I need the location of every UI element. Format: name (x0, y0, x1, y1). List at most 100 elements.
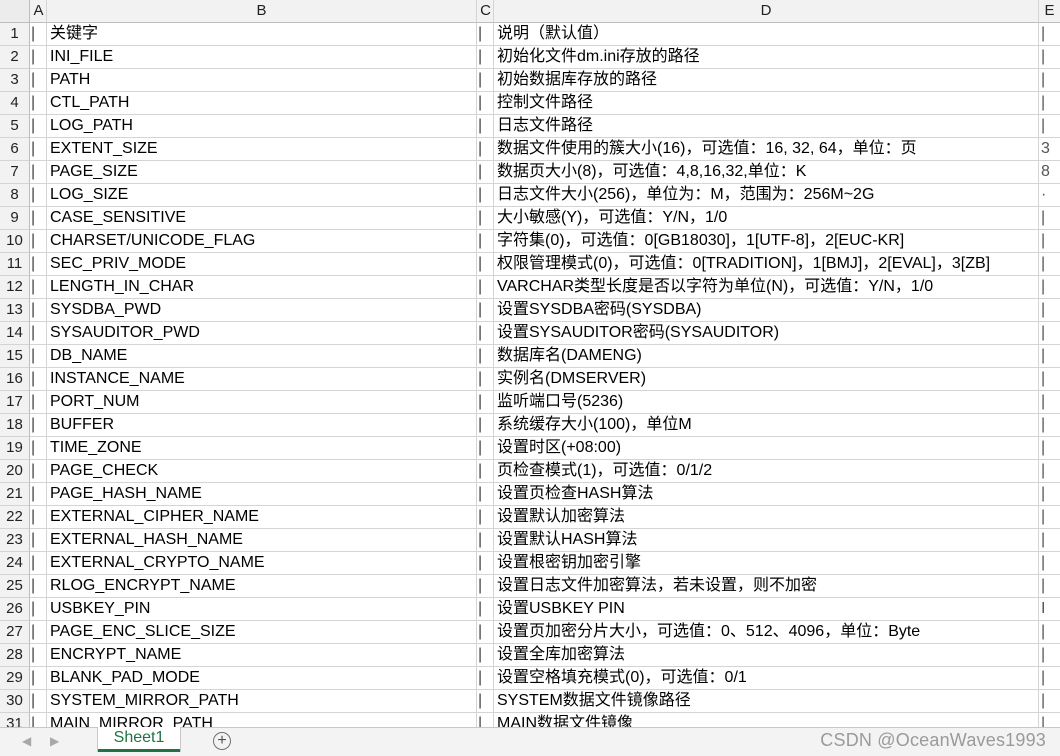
cell-c[interactable]: | (477, 391, 494, 414)
prev-sheet-icon[interactable]: ◀ (22, 734, 31, 748)
cell-a[interactable]: | (30, 69, 47, 92)
row-header[interactable]: 7 (0, 161, 30, 184)
cell-d-description[interactable]: 设置USBKEY PIN (494, 598, 1039, 621)
row-header[interactable]: 21 (0, 483, 30, 506)
cell-c[interactable]: | (477, 621, 494, 644)
cell-b-keyword[interactable]: EXTERNAL_HASH_NAME (47, 529, 477, 552)
cell-b-keyword[interactable]: DB_NAME (47, 345, 477, 368)
cell-d-description[interactable]: 日志文件路径 (494, 115, 1039, 138)
cell-a[interactable]: | (30, 207, 47, 230)
cell-c[interactable]: | (477, 644, 494, 667)
row-header[interactable]: 18 (0, 414, 30, 437)
cell-a[interactable]: | (30, 644, 47, 667)
cell-e[interactable]: | (1039, 483, 1060, 506)
cell-b-keyword[interactable]: EXTERNAL_CIPHER_NAME (47, 506, 477, 529)
cell-e[interactable]: | (1039, 23, 1060, 46)
cell-c[interactable]: | (477, 414, 494, 437)
cell-b-keyword[interactable]: PAGE_CHECK (47, 460, 477, 483)
cell-e[interactable]: | (1039, 391, 1060, 414)
cell-c[interactable]: | (477, 161, 494, 184)
cell-a[interactable]: | (30, 368, 47, 391)
cell-d-description[interactable]: 设置默认HASH算法 (494, 529, 1039, 552)
cell-d-description[interactable]: 日志文件大小(256)，单位为：M，范围为：256M~2G (494, 184, 1039, 207)
cell-c[interactable]: | (477, 115, 494, 138)
cell-d-description[interactable]: 数据页大小(8)，可选值：4,8,16,32,单位：K (494, 161, 1039, 184)
cell-a[interactable]: | (30, 276, 47, 299)
cell-a[interactable]: | (30, 161, 47, 184)
cell-d-description[interactable]: 设置空格填充模式(0)，可选值：0/1 (494, 667, 1039, 690)
cell-d-description[interactable]: 设置页检查HASH算法 (494, 483, 1039, 506)
row-header[interactable]: 29 (0, 667, 30, 690)
cell-c[interactable]: | (477, 529, 494, 552)
cell-e[interactable]: | (1039, 529, 1060, 552)
cell-e[interactable]: | (1039, 345, 1060, 368)
cell-c[interactable]: | (477, 138, 494, 161)
cell-d-description[interactable]: SYSTEM数据文件镜像路径 (494, 690, 1039, 713)
column-header-d[interactable]: D (494, 0, 1039, 23)
cell-b-keyword[interactable]: CTL_PATH (47, 92, 477, 115)
cell-e[interactable]: | (1039, 46, 1060, 69)
cell-b-keyword[interactable]: SYSAUDITOR_PWD (47, 322, 477, 345)
cell-a[interactable]: | (30, 667, 47, 690)
column-header-c[interactable]: C (477, 0, 494, 23)
cell-b-keyword[interactable]: INSTANCE_NAME (47, 368, 477, 391)
cell-a[interactable]: | (30, 184, 47, 207)
cell-b-keyword[interactable]: EXTERNAL_CRYPTO_NAME (47, 552, 477, 575)
cell-c[interactable]: | (477, 207, 494, 230)
cell-e[interactable]: | (1039, 230, 1060, 253)
row-header[interactable]: 2 (0, 46, 30, 69)
cell-d-description[interactable]: 设置页加密分片大小，可选值：0、512、4096，单位：Byte (494, 621, 1039, 644)
cell-a[interactable]: | (30, 483, 47, 506)
cell-c[interactable]: | (477, 23, 494, 46)
cell-c[interactable]: | (477, 598, 494, 621)
row-header[interactable]: 13 (0, 299, 30, 322)
cell-b-keyword[interactable]: CASE_SENSITIVE (47, 207, 477, 230)
cell-d-description[interactable]: 权限管理模式(0)，可选值：0[TRADITION]，1[BMJ]，2[EVAL… (494, 253, 1039, 276)
cell-c[interactable]: | (477, 69, 494, 92)
row-header[interactable]: 27 (0, 621, 30, 644)
cell-b-keyword[interactable]: SYSDBA_PWD (47, 299, 477, 322)
cell-e[interactable]: | (1039, 69, 1060, 92)
select-all-corner[interactable] (0, 0, 30, 23)
cell-a[interactable]: | (30, 437, 47, 460)
cell-c[interactable]: | (477, 345, 494, 368)
cell-b-keyword[interactable]: SYSTEM_MIRROR_PATH (47, 690, 477, 713)
cell-d-description[interactable]: 数据文件使用的簇大小(16)，可选值：16, 32, 64，单位：页 (494, 138, 1039, 161)
cell-b-keyword[interactable]: RLOG_ENCRYPT_NAME (47, 575, 477, 598)
cell-d-description[interactable]: 设置SYSAUDITOR密码(SYSAUDITOR) (494, 322, 1039, 345)
cell-c[interactable]: | (477, 713, 494, 727)
cell-b-keyword[interactable]: USBKEY_PIN (47, 598, 477, 621)
cell-c[interactable]: | (477, 184, 494, 207)
row-header[interactable]: 1 (0, 23, 30, 46)
row-header[interactable]: 16 (0, 368, 30, 391)
cell-b-keyword[interactable]: CHARSET/UNICODE_FLAG (47, 230, 477, 253)
cell-c[interactable]: | (477, 299, 494, 322)
cell-e[interactable]: I (1039, 598, 1060, 621)
cell-e[interactable]: | (1039, 92, 1060, 115)
cell-b-keyword[interactable]: SEC_PRIV_MODE (47, 253, 477, 276)
cell-a[interactable]: | (30, 621, 47, 644)
cell-c[interactable]: | (477, 483, 494, 506)
row-header[interactable]: 11 (0, 253, 30, 276)
cell-b-keyword[interactable]: LENGTH_IN_CHAR (47, 276, 477, 299)
cell-b-keyword[interactable]: LOG_PATH (47, 115, 477, 138)
cell-a[interactable]: | (30, 138, 47, 161)
cell-b-keyword[interactable]: EXTENT_SIZE (47, 138, 477, 161)
column-header-b[interactable]: B (47, 0, 477, 23)
cell-a[interactable]: | (30, 299, 47, 322)
cell-a[interactable]: | (30, 345, 47, 368)
cell-b-keyword[interactable]: BUFFER (47, 414, 477, 437)
row-header[interactable]: 28 (0, 644, 30, 667)
row-header[interactable]: 26 (0, 598, 30, 621)
cell-a[interactable]: | (30, 115, 47, 138)
cell-d-description[interactable]: 说明（默认值） (494, 23, 1039, 46)
row-header[interactable]: 19 (0, 437, 30, 460)
cell-e[interactable]: | (1039, 506, 1060, 529)
row-header[interactable]: 3 (0, 69, 30, 92)
row-header[interactable]: 31 (0, 713, 30, 727)
cell-a[interactable]: | (30, 575, 47, 598)
cell-e[interactable]: | (1039, 276, 1060, 299)
cell-a[interactable]: | (30, 552, 47, 575)
cell-c[interactable]: | (477, 667, 494, 690)
cell-a[interactable]: | (30, 713, 47, 727)
